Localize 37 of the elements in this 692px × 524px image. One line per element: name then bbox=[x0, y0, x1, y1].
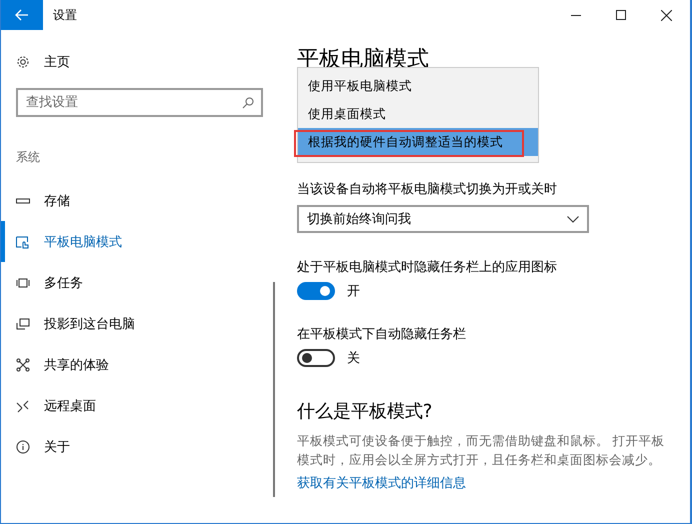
chevron-icon bbox=[566, 216, 579, 222]
dropdown[interactable]: 切换前始终询问我 bbox=[296, 205, 589, 233]
window-title: 设置 bbox=[53, 6, 78, 24]
search-field[interactable]: 查找设置 bbox=[16, 88, 263, 117]
toggle-switch[interactable] bbox=[296, 349, 335, 367]
project-icon bbox=[16, 316, 30, 330]
maximize-icon[interactable] bbox=[616, 10, 626, 20]
tablet-icon bbox=[16, 234, 30, 248]
toggle-state: 关 bbox=[346, 350, 360, 367]
sidebar-item[interactable]: 投影到这台电脑 bbox=[1, 303, 201, 344]
description-text: 平板模式可使设备便于触控，而无需借助键盘和鼠标。 打开平板模式时，应用会以全屏方式打开，且任务栏和桌面图标会减少。 bbox=[296, 432, 666, 469]
multitask-icon bbox=[16, 276, 30, 290]
back-arrow-icon bbox=[15, 9, 29, 21]
setting-label: 在平板模式下自动隐藏任务栏 bbox=[296, 326, 466, 343]
toggle-state: 开 bbox=[346, 283, 360, 300]
sidebar-item[interactable]: 关于 bbox=[1, 426, 201, 467]
sidebar-item[interactable]: 平板电脑模式 bbox=[1, 221, 201, 262]
setting-label: 处于平板电脑模式时隐藏任务栏上的应用图标 bbox=[296, 259, 557, 276]
menu-option[interactable]: 使用平板电脑模式 bbox=[298, 72, 538, 100]
sidebar-item[interactable]: 共享的体验 bbox=[1, 344, 201, 385]
back-button[interactable] bbox=[1, 0, 43, 30]
sidebar-item[interactable]: 多任务 bbox=[1, 262, 201, 303]
sidebar-item[interactable]: 远程桌面 bbox=[1, 385, 201, 426]
search-icon bbox=[242, 97, 254, 109]
remote-icon bbox=[16, 398, 30, 412]
home-link[interactable]: 主页 bbox=[1, 52, 70, 72]
toggle-switch[interactable] bbox=[296, 282, 335, 300]
about-icon bbox=[16, 440, 30, 454]
more-info-link[interactable]: 获取有关平板模式的详细信息 bbox=[296, 474, 466, 492]
setting-label: 当该设备自动将平板电脑模式切换为开或关时 bbox=[296, 181, 557, 198]
menu-option[interactable]: 使用桌面模式 bbox=[298, 100, 538, 128]
section-label: 系统 bbox=[16, 149, 40, 166]
settings-icon bbox=[16, 55, 30, 69]
close-icon[interactable] bbox=[661, 10, 672, 20]
section-heading: 什么是平板模式? bbox=[296, 400, 432, 423]
sidebar-item[interactable]: 存储 bbox=[1, 180, 201, 221]
share-icon bbox=[16, 358, 30, 372]
